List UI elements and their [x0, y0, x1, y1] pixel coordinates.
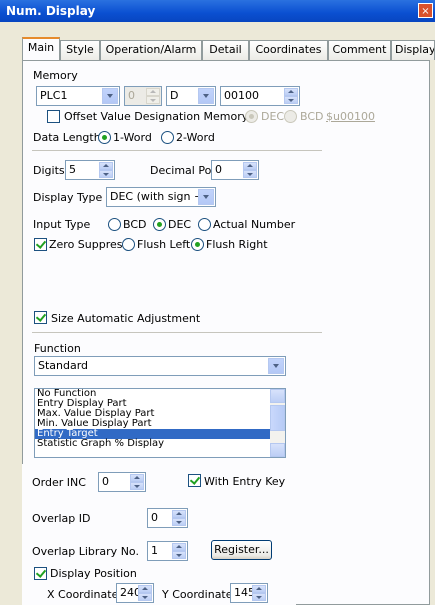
- actual-number-radio[interactable]: [198, 218, 211, 231]
- separator: [32, 332, 322, 333]
- data-length-label: Data Length: [33, 131, 101, 144]
- dec-radio[interactable]: [153, 218, 166, 231]
- x-coordinate-label: X Coordinate: [47, 588, 119, 601]
- flush-right-label: Flush Right: [206, 238, 268, 251]
- spinner-icon: [130, 474, 144, 490]
- overlap-id-label: Overlap ID: [32, 512, 91, 525]
- tab-display-setting[interactable]: Display Setting: [391, 40, 435, 60]
- dec-label: DEC: [168, 218, 192, 231]
- chevron-down-icon: [198, 189, 214, 205]
- address-value: 00100: [224, 89, 259, 102]
- overlap-id-spinner[interactable]: 0: [147, 508, 188, 528]
- spinner-icon: [284, 88, 298, 104]
- order-inc-value: 0: [102, 475, 109, 488]
- digits-value: 5: [69, 163, 76, 176]
- bcd-radio[interactable]: [108, 218, 121, 231]
- window-title: Num. Display: [6, 4, 96, 18]
- plc-select[interactable]: PLC1: [36, 86, 120, 106]
- device-select[interactable]: D: [166, 86, 216, 106]
- spinner-icon: [99, 162, 113, 178]
- decimal-point-spinner[interactable]: 0: [211, 160, 259, 180]
- station-value: 0: [128, 89, 135, 102]
- offset-address-link: $u00100: [326, 110, 375, 123]
- tab-coordinates[interactable]: Coordinates: [249, 40, 328, 60]
- offset-dec-radio: [245, 110, 258, 123]
- zero-suppress-label: Zero Suppress: [49, 238, 129, 251]
- spinner-icon: [172, 543, 186, 559]
- memory-label: Memory: [33, 69, 78, 82]
- flush-right-radio[interactable]: [191, 238, 204, 251]
- overlap-library-spinner[interactable]: 1: [147, 541, 188, 561]
- scroll-up-button[interactable]: [270, 389, 285, 403]
- list-item[interactable]: Statistic Graph % Display: [35, 439, 285, 449]
- title-bar: Num. Display ×: [0, 0, 435, 22]
- overlap-library-label: Overlap Library No.: [32, 545, 139, 558]
- overlap-library-value: 1: [151, 544, 158, 557]
- plc-value: PLC1: [40, 89, 68, 102]
- with-entry-key-label: With Entry Key: [204, 475, 286, 488]
- offset-dec-label: DEC: [261, 110, 285, 123]
- chevron-down-icon: [198, 88, 214, 104]
- order-inc-spinner[interactable]: 0: [98, 472, 146, 492]
- with-entry-key-checkbox[interactable]: [188, 474, 201, 487]
- function-select[interactable]: Standard: [34, 356, 286, 376]
- bcd-label: BCD: [123, 218, 147, 231]
- size-auto-checkbox[interactable]: [34, 311, 47, 324]
- two-word-radio[interactable]: [161, 131, 174, 144]
- tab-detail[interactable]: Detail: [202, 40, 249, 60]
- zero-suppress-checkbox[interactable]: [34, 238, 47, 251]
- display-type-label: Display Type: [33, 191, 103, 204]
- spinner-icon: [146, 88, 160, 104]
- spinner-icon: [252, 585, 266, 601]
- flush-left-radio[interactable]: [122, 238, 135, 251]
- close-button[interactable]: ×: [418, 3, 433, 18]
- order-inc-label: Order INC: [32, 476, 86, 489]
- tab-style[interactable]: Style: [60, 40, 100, 60]
- flush-left-label: Flush Left: [137, 238, 191, 251]
- size-auto-label: Size Automatic Adjustment: [51, 312, 201, 325]
- display-type-value: DEC (with sign +-): [110, 190, 212, 203]
- separator: [32, 150, 322, 151]
- digits-label: Digits: [33, 164, 65, 177]
- register-button[interactable]: Register...: [211, 540, 272, 560]
- display-position-label: Display Position: [50, 567, 137, 580]
- display-position-checkbox[interactable]: [34, 567, 47, 580]
- spinner-icon: [243, 162, 257, 178]
- offset-bcd-label: BCD: [300, 110, 324, 123]
- overlap-id-value: 0: [151, 511, 158, 524]
- y-coordinate-spinner[interactable]: 145: [230, 583, 268, 603]
- actual-number-label: Actual Number: [213, 218, 296, 231]
- tab-main[interactable]: Main: [22, 37, 60, 62]
- function-label: Function: [34, 342, 81, 355]
- chevron-down-icon: [102, 88, 118, 104]
- function-value: Standard: [38, 359, 89, 372]
- two-word-label: 2-Word: [176, 131, 215, 144]
- digits-spinner[interactable]: 5: [65, 160, 115, 180]
- one-word-radio[interactable]: [98, 131, 111, 144]
- one-word-label: 1-Word: [113, 131, 152, 144]
- spinner-icon: [138, 585, 152, 601]
- spinner-icon: [172, 510, 186, 526]
- scroll-down-button[interactable]: [270, 443, 285, 457]
- station-spinner: 0: [124, 86, 162, 106]
- scroll-thumb[interactable]: [270, 405, 285, 431]
- display-type-select[interactable]: DEC (with sign +-): [106, 187, 216, 207]
- offset-label: Offset Value Designation Memory: [64, 110, 249, 123]
- offset-checkbox[interactable]: [47, 110, 60, 123]
- device-value: D: [170, 89, 179, 102]
- function-list[interactable]: No Function Entry Display Part Max. Valu…: [34, 388, 286, 458]
- chevron-down-icon: [268, 358, 284, 374]
- offset-bcd-radio: [284, 110, 297, 123]
- x-coordinate-spinner[interactable]: 240: [116, 583, 154, 603]
- tab-operation-alarm[interactable]: Operation/Alarm: [100, 40, 202, 60]
- input-type-label: Input Type: [33, 218, 91, 231]
- tab-comment[interactable]: Comment: [328, 40, 391, 60]
- address-spinner[interactable]: 00100: [220, 86, 300, 106]
- y-coordinate-label: Y Coordinate: [162, 588, 233, 601]
- decimal-point-value: 0: [215, 163, 222, 176]
- function-list-scrollbar[interactable]: [270, 389, 285, 457]
